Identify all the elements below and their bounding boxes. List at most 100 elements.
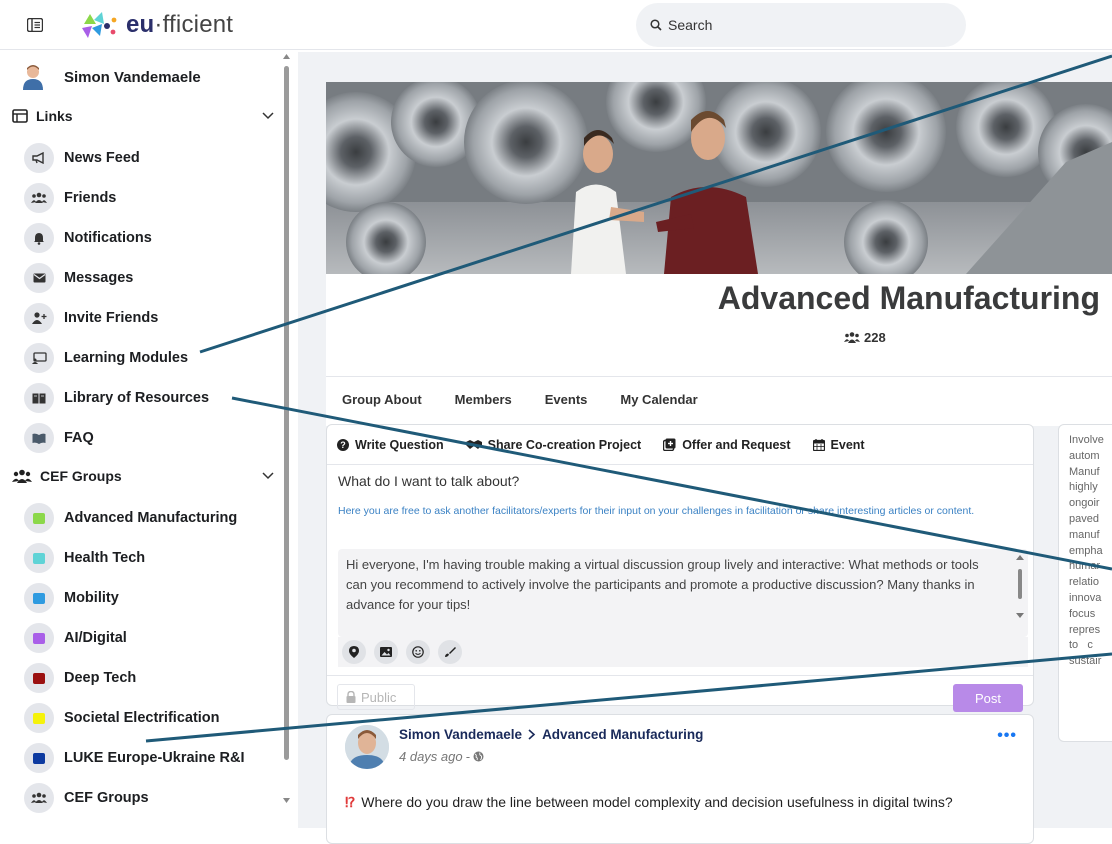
tab-events[interactable]: Events [545,392,588,407]
post-options-icon[interactable]: ••• [997,727,1017,745]
sidebar-item-label: Messages [64,270,134,286]
sidebar-item-label: Library of Resources [64,390,210,406]
sidebar-profile[interactable]: Simon Vandemaele [22,64,201,90]
group-color-swatch [33,632,45,644]
sidebar-item-label: Invite Friends [64,310,159,326]
location-button[interactable] [342,640,366,664]
brush-icon [445,647,456,657]
tab-my-calendar[interactable]: My Calendar [620,392,697,407]
sidebar-group-societal-electrification[interactable]: Societal Electrification [24,703,220,733]
sidebar-item-label: Advanced Manufacturing [64,510,238,526]
privacy-select[interactable]: Public [337,684,415,710]
tab-group-about[interactable]: Group About [342,392,422,407]
about-line: relatio [1069,576,1099,589]
format-button[interactable] [438,640,462,664]
sidebar-group-luke-europe-ukraine[interactable]: LUKE Europe-Ukraine R&I [24,743,244,773]
search-input[interactable]: Search [668,17,712,33]
chevron-down-icon[interactable] [262,112,274,120]
bell-icon [34,232,44,245]
about-line: empha [1069,544,1103,557]
sidebar-item-label: FAQ [64,430,94,446]
sidebar-item-cef-groups[interactable]: CEF Groups [24,783,149,813]
group-member-count[interactable]: 228 [844,330,886,345]
sidebar-item-label: Health Tech [64,550,146,566]
composer-textarea[interactable]: Hi everyone, I'm having trouble making a… [338,549,1028,637]
member-count-value: 228 [864,330,886,345]
user-plus-icon [31,312,46,324]
sidebar-item-library-of-resources[interactable]: Library of Resources [24,383,209,413]
group-color-swatch [33,552,45,564]
scroll-up-arrow-icon[interactable] [1016,555,1024,560]
group-header-card: Advanced Manufacturing 228 Group About M… [326,82,1112,426]
scroll-down-arrow-icon[interactable] [1016,613,1024,618]
composer-hint: Here you are free to ask another facilit… [338,505,975,517]
about-line: innova [1069,591,1102,604]
groups-icon [12,469,32,483]
composer-tab-event[interactable]: Event [812,437,865,452]
sidebar-item-learning-modules[interactable]: Learning Modules [24,343,188,373]
composer-footer: Public Post [327,675,1033,712]
sidebar-item-label: Notifications [64,230,152,246]
sidebar-item-faq[interactable]: FAQ [24,423,94,453]
post-time-text: 4 days ago [399,749,463,764]
composer-tab-label: Share Co-creation Project [487,437,642,452]
groups-section-header[interactable]: CEF Groups [12,468,274,484]
search-bar[interactable]: Search [636,3,966,47]
avatar [23,65,43,90]
chevron-down-icon[interactable] [262,472,274,480]
image-button[interactable] [374,640,398,664]
handshake-icon [465,440,482,449]
sidebar: Simon Vandemaele Links News Feed Friends… [0,52,292,828]
emoji-button[interactable] [406,640,430,664]
avatar[interactable] [345,725,389,769]
composer-question: What do I want to talk about? [338,473,520,489]
group-color-swatch [33,712,45,724]
sidebar-toggle-icon[interactable] [22,14,48,36]
sidebar-scroll-thumb[interactable] [284,66,289,760]
group-cover-image [326,82,1112,274]
sidebar-item-invite-friends[interactable]: Invite Friends [24,303,158,333]
composer-tab-write-question[interactable]: ? Write Question [337,438,444,452]
links-section-header[interactable]: Links [12,108,274,124]
sidebar-group-health-tech[interactable]: Health Tech [24,543,145,573]
image-icon [380,647,392,657]
group-tabs: Group About Members Events My Calendar [326,376,1112,422]
privacy-label: Public [361,689,397,705]
scroll-down-arrow-icon[interactable] [283,798,290,803]
sidebar-scrollbar[interactable] [283,54,290,803]
sidebar-item-notifications[interactable]: Notifications [24,223,152,253]
sidebar-item-news-feed[interactable]: News Feed [24,143,140,173]
sidebar-item-label: Deep Tech [64,670,137,686]
composer-tab-share-co-creation[interactable]: Share Co-creation Project [465,437,642,452]
post-author-line: Simon Vandemaele Advanced Manufacturing [399,727,703,742]
sidebar-group-deep-tech[interactable]: Deep Tech [24,663,136,693]
about-line: to c [1069,639,1093,652]
composer-tab-label: Event [830,437,865,452]
post-author-name[interactable]: Simon Vandemaele [399,727,522,742]
composer-tab-offer-request[interactable]: Offer and Request [663,437,791,452]
post-timestamp: 4 days ago - [399,749,484,764]
post-group-name[interactable]: Advanced Manufacturing [542,727,703,742]
eufficient-logo[interactable]: eu·fficient [80,8,233,42]
calendar-icon [812,438,825,451]
sidebar-group-advanced-manufacturing[interactable]: Advanced Manufacturing [24,503,237,533]
sidebar-item-friends[interactable]: Friends [24,183,116,213]
composer-tab-label: Write Question [355,437,444,452]
tab-members[interactable]: Members [455,392,512,407]
sidebar-group-mobility[interactable]: Mobility [24,583,119,613]
presentation-icon [31,352,47,364]
about-line: manuf [1069,528,1100,541]
sidebar-group-ai-digital[interactable]: AI/Digital [24,623,127,653]
textarea-scroll-thumb[interactable] [1018,569,1022,599]
sidebar-item-messages[interactable]: Messages [24,263,133,293]
chevron-right-icon [528,729,536,740]
post-button[interactable]: Post [953,684,1023,712]
scroll-up-arrow-icon[interactable] [283,54,290,59]
main-content: Advanced Manufacturing 228 Group About M… [298,52,1112,844]
sidebar-item-label: Learning Modules [64,350,189,366]
profile-name: Simon Vandemaele [64,68,201,86]
composer-tab-label: Offer and Request [682,437,791,452]
textarea-scrollbar[interactable] [1016,555,1024,631]
top-bar: eu·fficient Search [0,0,1112,50]
group-color-swatch [33,592,45,604]
